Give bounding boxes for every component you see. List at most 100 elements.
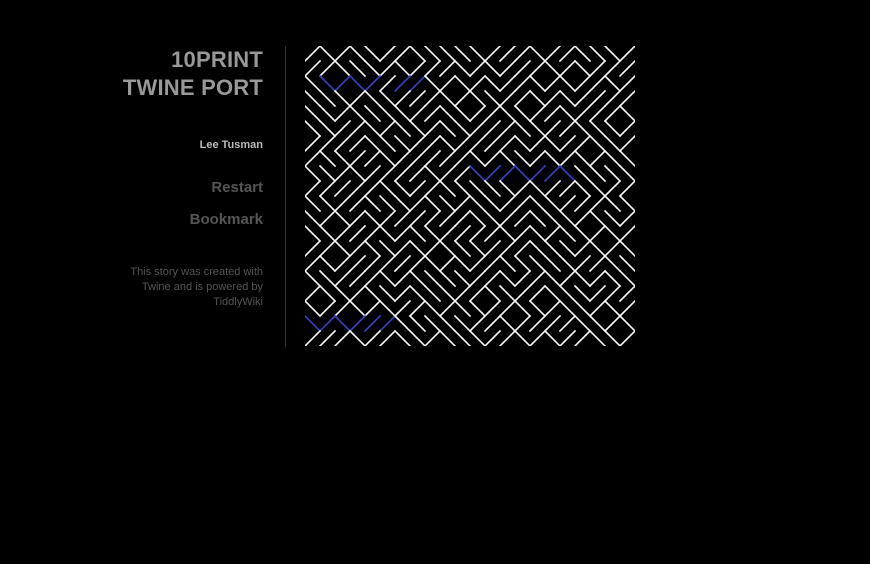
maze-segment xyxy=(483,299,502,318)
maze-segment xyxy=(333,239,352,258)
maze-segment xyxy=(513,46,532,63)
maze-segment xyxy=(483,269,502,288)
credits-prefix: This story was created with xyxy=(130,266,263,278)
maze-segment xyxy=(438,254,457,273)
maze-link-segment[interactable] xyxy=(528,164,547,183)
maze-segment xyxy=(305,284,322,303)
maze-segment xyxy=(468,194,487,213)
maze-link-segment[interactable] xyxy=(513,164,532,183)
maze-segment xyxy=(378,46,397,63)
maze-segment xyxy=(603,104,622,123)
maze-segment xyxy=(603,239,622,258)
maze-segment xyxy=(333,59,352,78)
maze-link-segment[interactable] xyxy=(543,164,562,183)
maze-segment xyxy=(513,104,532,123)
maze-segment xyxy=(305,179,322,198)
maze-segment xyxy=(543,179,562,198)
maze-link-segment[interactable] xyxy=(408,74,427,93)
maze-segment xyxy=(603,284,622,303)
maze-segment xyxy=(453,149,472,168)
maze-segment xyxy=(423,89,442,108)
maze-segment xyxy=(438,314,457,333)
maze-link-segment[interactable] xyxy=(498,164,517,183)
maze-segment xyxy=(543,329,562,346)
maze-segment xyxy=(318,104,337,123)
maze-segment xyxy=(305,59,322,78)
maze-segment xyxy=(618,209,635,228)
maze-segment xyxy=(528,134,547,153)
maze-segment xyxy=(468,314,487,333)
maze-segment xyxy=(363,59,382,78)
maze-segment xyxy=(483,59,502,78)
maze-segment xyxy=(603,269,622,288)
maze-segment xyxy=(498,314,517,333)
maze-link-segment[interactable] xyxy=(363,74,382,93)
maze-segment xyxy=(318,239,337,258)
maze-segment xyxy=(363,254,382,273)
maze-segment xyxy=(423,194,442,213)
maze-segment xyxy=(363,284,382,303)
twine-link[interactable]: Twine xyxy=(142,281,171,293)
maze-segment xyxy=(305,239,322,258)
maze-segment xyxy=(558,89,577,108)
maze-segment xyxy=(588,149,607,168)
maze-segment xyxy=(468,134,487,153)
maze-link-segment[interactable] xyxy=(378,314,397,333)
bookmark-link[interactable]: Bookmark xyxy=(90,211,263,229)
maze-segment xyxy=(513,254,532,273)
maze-segment xyxy=(468,104,487,123)
maze-link-segment[interactable] xyxy=(348,74,367,93)
maze-segment xyxy=(348,89,367,108)
maze-segment xyxy=(305,149,322,168)
maze-link-segment[interactable] xyxy=(333,314,352,333)
maze-segment xyxy=(483,239,502,258)
maze-link-segment[interactable] xyxy=(333,74,352,93)
maze-segment xyxy=(378,119,397,138)
maze-segment xyxy=(408,224,427,243)
maze-segment xyxy=(498,329,517,346)
maze-link-segment[interactable] xyxy=(558,164,577,183)
maze-segment xyxy=(378,269,397,288)
maze-segment xyxy=(543,299,562,318)
maze-segment xyxy=(453,254,472,273)
restart-link[interactable]: Restart xyxy=(90,179,263,197)
maze-segment xyxy=(363,269,382,288)
maze-segment xyxy=(453,89,472,108)
maze-link-segment[interactable] xyxy=(305,314,322,333)
maze-segment xyxy=(378,149,397,168)
maze-segment xyxy=(573,149,592,168)
maze-segment xyxy=(333,179,352,198)
maze-segment xyxy=(558,209,577,228)
maze-segment xyxy=(543,89,562,108)
maze-segment xyxy=(603,179,622,198)
maze-segment xyxy=(318,224,337,243)
maze-segment xyxy=(378,179,397,198)
maze-segment xyxy=(453,74,472,93)
maze-segment xyxy=(318,179,337,198)
maze-segment xyxy=(543,134,562,153)
maze-segment xyxy=(468,269,487,288)
maze-segment xyxy=(333,209,352,228)
tiddlywiki-link[interactable]: TiddlyWiki xyxy=(213,296,263,308)
maze-segment xyxy=(558,194,577,213)
maze-segment xyxy=(468,254,487,273)
maze-link-segment[interactable] xyxy=(318,314,337,333)
maze-segment xyxy=(498,194,517,213)
maze-segment xyxy=(423,314,442,333)
maze-link-segment[interactable] xyxy=(468,164,487,183)
maze-segment xyxy=(333,254,352,273)
maze-link-segment[interactable] xyxy=(318,74,337,93)
maze-segment xyxy=(528,239,547,258)
maze-segment xyxy=(348,299,367,318)
maze-segment xyxy=(513,74,532,93)
maze-link-segment[interactable] xyxy=(348,314,367,333)
maze-pattern xyxy=(305,46,635,346)
maze-link-segment[interactable] xyxy=(483,164,502,183)
maze-link-segment[interactable] xyxy=(393,74,412,93)
maze-segment xyxy=(558,269,577,288)
maze-segment xyxy=(513,149,532,168)
maze-segment xyxy=(423,284,442,303)
maze-link-segment[interactable] xyxy=(363,314,382,333)
maze-segment xyxy=(618,149,635,168)
maze-segment xyxy=(588,299,607,318)
